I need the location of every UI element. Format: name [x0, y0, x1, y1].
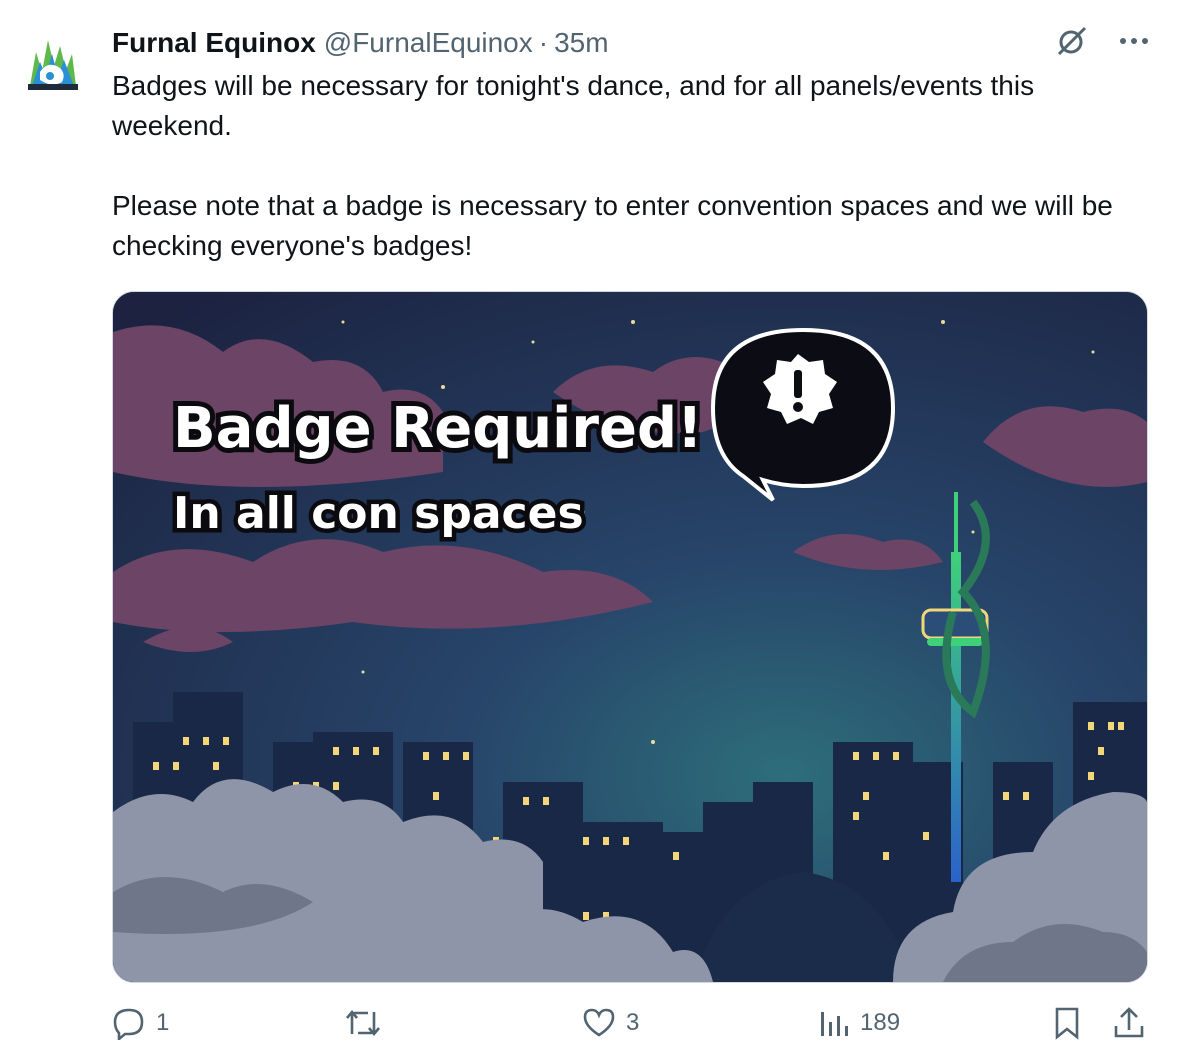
repost-button[interactable]: [344, 1006, 392, 1040]
avatar[interactable]: [22, 32, 84, 94]
separator-dot: ·: [538, 27, 549, 58]
share-button[interactable]: [1112, 1006, 1146, 1040]
views-button[interactable]: 189: [818, 1006, 900, 1040]
share-icon: [1112, 1006, 1146, 1040]
author-name[interactable]: Furnal Equinox: [112, 27, 316, 59]
author-handle[interactable]: @FurnalEquinox: [324, 27, 533, 59]
views-count: 189: [860, 1009, 901, 1036]
tweet-image[interactable]: Badge Required! In all con spaces: [112, 291, 1148, 983]
tweet-header: Furnal Equinox @FurnalEquinox · 35m: [112, 24, 609, 62]
more-icon[interactable]: [1119, 36, 1149, 46]
tweet-paragraph-2: Please note that a badge is necessary to…: [112, 190, 1113, 261]
like-icon: [582, 1006, 616, 1040]
reply-icon: [112, 1006, 146, 1040]
tweet: Furnal Equinox @FurnalEquinox · 35m Badg…: [0, 0, 1197, 1045]
furnal-equinox-logo: [28, 40, 78, 90]
bookmark-icon: [1052, 1006, 1082, 1040]
reply-button[interactable]: 1: [112, 1006, 169, 1040]
tweet-paragraph-1: Badges will be necessary for tonight's d…: [112, 70, 1035, 141]
grok-icon[interactable]: [1055, 24, 1089, 58]
like-count: 3: [626, 1009, 640, 1036]
headline-text: Badge Required!: [173, 396, 703, 461]
bookmark-button[interactable]: [1052, 1006, 1082, 1040]
badge-required-illustration: Badge Required! In all con spaces: [113, 292, 1147, 982]
repost-icon: [344, 1006, 382, 1040]
top-actions: [1055, 24, 1149, 58]
tweet-text: Badges will be necessary for tonight's d…: [112, 66, 1152, 266]
like-button[interactable]: 3: [582, 1006, 639, 1040]
subheadline-text: In all con spaces: [173, 488, 584, 539]
action-bar: 1 3 189: [112, 1006, 1146, 1046]
views-icon: [818, 1006, 850, 1040]
reply-count: 1: [156, 1009, 170, 1036]
post-time[interactable]: 35m: [554, 27, 608, 59]
